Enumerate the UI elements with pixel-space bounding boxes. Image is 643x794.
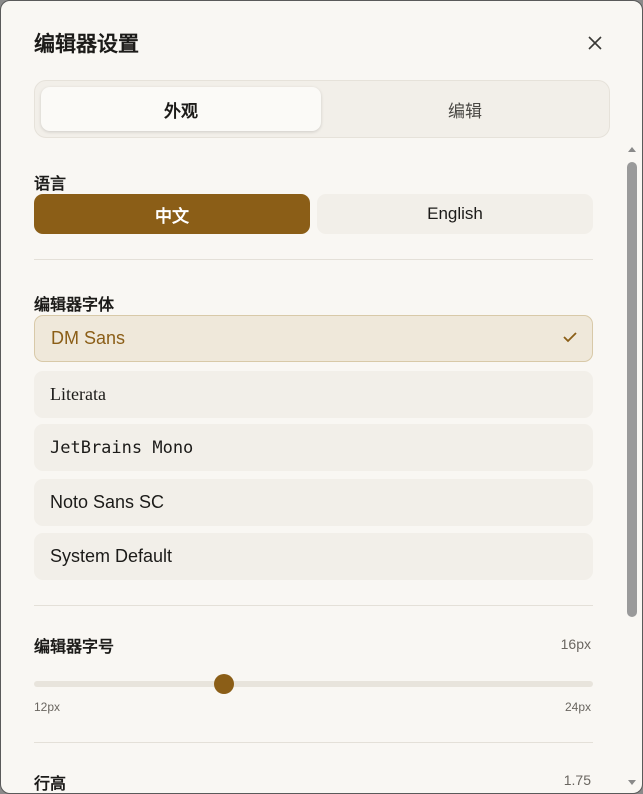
font-size-min-label: 12px — [34, 700, 61, 714]
font-option-label: DM Sans — [51, 328, 126, 348]
font-option-noto-sans-sc[interactable]: Noto Sans SC — [34, 479, 593, 526]
language-option-chinese[interactable]: 中文 — [34, 194, 310, 234]
scrollbar[interactable] — [625, 142, 639, 792]
font-option-label: JetBrains Mono — [50, 437, 194, 458]
scrollbar-thumb[interactable] — [627, 162, 637, 617]
divider — [34, 605, 593, 606]
check-icon — [563, 332, 577, 343]
dialog-title: 编辑器设置 — [34, 33, 139, 56]
font-option-jetbrains-mono[interactable]: JetBrains Mono — [34, 424, 593, 471]
font-size-slider-thumb[interactable] — [214, 674, 234, 694]
language-label: 语言 — [34, 176, 67, 193]
font-option-label: Literata — [50, 384, 106, 404]
close-button[interactable] — [584, 32, 606, 54]
tab-appearance[interactable]: 外观 — [41, 87, 321, 131]
divider — [34, 742, 593, 743]
line-height-label: 行高 — [34, 776, 67, 793]
font-option-system-default[interactable]: System Default — [34, 533, 593, 580]
font-option-dm-sans[interactable]: DM Sans — [34, 315, 593, 362]
font-option-label: System Default — [50, 546, 173, 566]
close-icon — [588, 36, 602, 50]
font-size-max-label: 24px — [564, 700, 591, 714]
editor-settings-dialog: 编辑器设置 外观 编辑 语言 中文 English 编辑器字体 DM Sans … — [0, 0, 643, 794]
font-size-slider-track[interactable] — [34, 681, 593, 687]
divider — [34, 259, 593, 260]
font-option-label: Noto Sans SC — [50, 492, 165, 512]
font-size-value: 16px — [560, 636, 591, 652]
tab-editing[interactable]: 编辑 — [325, 87, 605, 131]
font-size-label: 编辑器字号 — [34, 639, 115, 656]
scroll-up-arrow-icon[interactable] — [627, 145, 637, 155]
line-height-value: 1.75 — [563, 772, 591, 788]
editor-font-label: 编辑器字体 — [34, 297, 115, 314]
scroll-down-arrow-icon[interactable] — [627, 777, 637, 787]
language-option-english[interactable]: English — [317, 194, 593, 234]
settings-tabs: 外观 编辑 — [34, 80, 610, 138]
font-option-literata[interactable]: Literata — [34, 371, 593, 418]
